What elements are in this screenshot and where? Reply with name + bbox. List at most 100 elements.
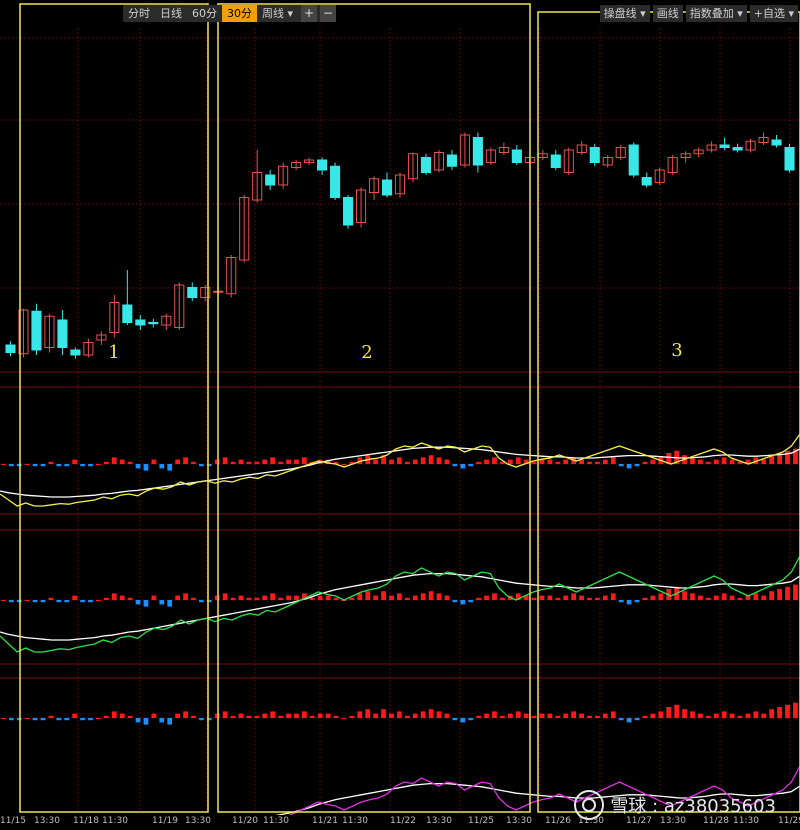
candle-body[interactable]: [343, 197, 354, 226]
macd-bar: [8, 718, 14, 721]
candle-body[interactable]: [446, 154, 457, 167]
macd-bar: [246, 597, 252, 600]
macd-bar: [325, 713, 331, 718]
candle-body[interactable]: [628, 144, 639, 176]
macd-bar: [278, 597, 283, 600]
macd-bar: [753, 711, 759, 718]
macd-bar: [333, 597, 339, 600]
macd-bar: [515, 711, 521, 718]
macd-bar: [317, 713, 323, 718]
macd-bar: [238, 595, 244, 600]
candle-body[interactable]: [122, 304, 133, 323]
candle-body[interactable]: [771, 139, 782, 146]
macd-bar: [468, 600, 474, 603]
period-tab-30min[interactable]: 30分: [222, 5, 257, 22]
macd-bar: [650, 713, 656, 718]
macd-bar: [634, 718, 640, 721]
macd-bar: [547, 713, 553, 718]
macd-bar: [373, 459, 379, 464]
macd-bar: [531, 597, 537, 600]
macd-bar: [317, 595, 323, 600]
macd-bar: [729, 595, 735, 600]
period-tab-weekly[interactable]: 周线 ▾: [257, 5, 298, 22]
candle-body[interactable]: [472, 137, 483, 166]
candle-body[interactable]: [31, 310, 42, 351]
candle-body[interactable]: [135, 319, 146, 326]
macd-bar: [476, 715, 481, 718]
macd-bar: [167, 464, 173, 471]
macd-bar: [745, 713, 751, 718]
macd-bar: [238, 459, 244, 464]
trade-line-button[interactable]: 操盘线 ▾: [599, 5, 650, 22]
candle-body[interactable]: [641, 177, 652, 186]
macd-bar: [286, 459, 291, 464]
macd-bar: [729, 459, 735, 464]
macd-bar: [222, 593, 228, 600]
macd-bar: [444, 459, 450, 464]
candle-body[interactable]: [70, 349, 81, 356]
dea-line: [0, 572, 800, 641]
macd-bar: [96, 464, 101, 465]
macd-bar: [183, 593, 188, 600]
macd-bar: [175, 459, 181, 464]
kline-chart[interactable]: 1 2 3: [0, 0, 800, 815]
candle-body[interactable]: [187, 287, 198, 298]
macd-bar: [262, 459, 268, 464]
macd-bar: [88, 600, 93, 603]
macd-bar: [159, 600, 165, 605]
macd-bar: [246, 461, 252, 464]
macd-bar: [357, 593, 363, 600]
macd-bar: [127, 597, 133, 600]
period-tab-intraday[interactable]: 分时: [123, 5, 155, 22]
candle-body[interactable]: [330, 165, 341, 198]
macd-bar: [214, 595, 220, 600]
macd-bar: [713, 459, 719, 464]
macd-bar: [135, 600, 141, 605]
macd-bar: [404, 715, 410, 718]
candle-body[interactable]: [719, 144, 730, 148]
macd-bar: [602, 459, 608, 464]
zoom-out-icon[interactable]: −: [320, 5, 337, 22]
highlight-region-box: [19, 3, 209, 813]
candle-body[interactable]: [265, 174, 276, 186]
macd-bar: [301, 711, 307, 718]
macd-bar: [642, 461, 648, 464]
candle-body[interactable]: [5, 344, 16, 353]
macd-bar: [32, 718, 38, 721]
macd-bar: [222, 711, 228, 718]
region-label: 1: [108, 342, 119, 363]
index-overlay-button[interactable]: 指数叠加 ▾: [685, 5, 747, 22]
macd-bar: [8, 600, 14, 603]
macd-bar: [48, 461, 54, 464]
candle-body[interactable]: [511, 149, 522, 163]
candle-body[interactable]: [57, 319, 68, 348]
period-tab-60min[interactable]: 60分: [187, 5, 222, 22]
candle-body[interactable]: [148, 322, 159, 325]
add-watchlist-button[interactable]: +自选 ▾: [749, 5, 798, 22]
time-tick-label: 11:30: [342, 816, 368, 826]
candle-body[interactable]: [784, 147, 795, 171]
macd-bar: [246, 715, 252, 718]
candle-body[interactable]: [589, 147, 600, 163]
candle-body[interactable]: [550, 154, 561, 168]
macd-bar: [301, 457, 307, 464]
macd-bar: [428, 709, 434, 718]
macd-bar: [460, 600, 466, 605]
macd-bar: [721, 711, 727, 718]
macd-bar: [373, 595, 379, 600]
macd-bar: [135, 718, 141, 723]
candle-body[interactable]: [420, 157, 432, 173]
macd-bar: [539, 595, 545, 600]
macd-bar: [183, 711, 188, 718]
macd-bar: [48, 597, 54, 600]
period-tab-daily[interactable]: 日线: [155, 5, 187, 22]
candle-body[interactable]: [317, 159, 328, 171]
draw-line-button[interactable]: 画线: [652, 5, 683, 22]
macd-bar: [507, 713, 513, 718]
macd-bar: [199, 600, 204, 603]
candle-body[interactable]: [381, 179, 393, 196]
macd-bar: [595, 715, 600, 718]
zoom-in-icon[interactable]: +: [301, 5, 318, 22]
candle-body[interactable]: [732, 147, 743, 151]
macd-bar: [183, 457, 188, 464]
